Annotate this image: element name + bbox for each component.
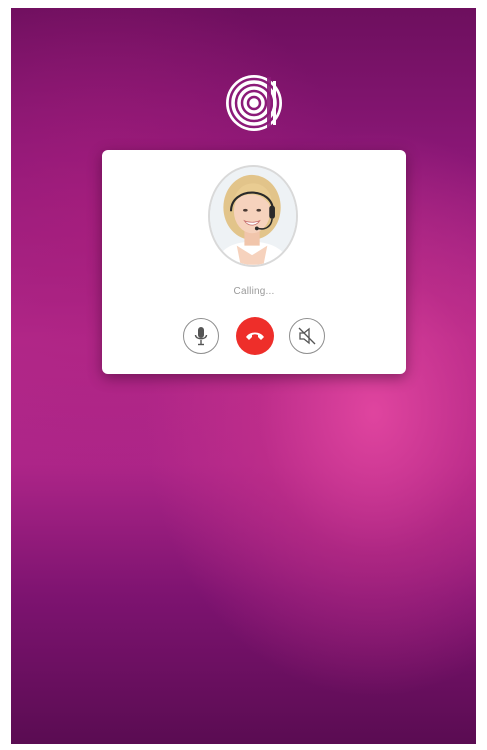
phone-hangup-icon <box>246 332 264 340</box>
call-card: Calling... <box>102 150 406 374</box>
call-screen: Calling... <box>11 8 476 744</box>
end-call-button[interactable] <box>236 317 274 355</box>
call-status-text: Calling... <box>233 286 275 297</box>
speaker-muted-icon <box>298 327 316 345</box>
app-logo-icon <box>223 71 285 135</box>
microphone-icon <box>194 327 208 346</box>
speaker-toggle-button[interactable] <box>289 318 325 354</box>
mute-button[interactable] <box>183 318 219 354</box>
concentric-circles-logo-icon <box>226 75 282 131</box>
caller-avatar-headset <box>210 167 296 265</box>
caller-avatar <box>208 165 298 267</box>
call-controls <box>102 317 406 358</box>
